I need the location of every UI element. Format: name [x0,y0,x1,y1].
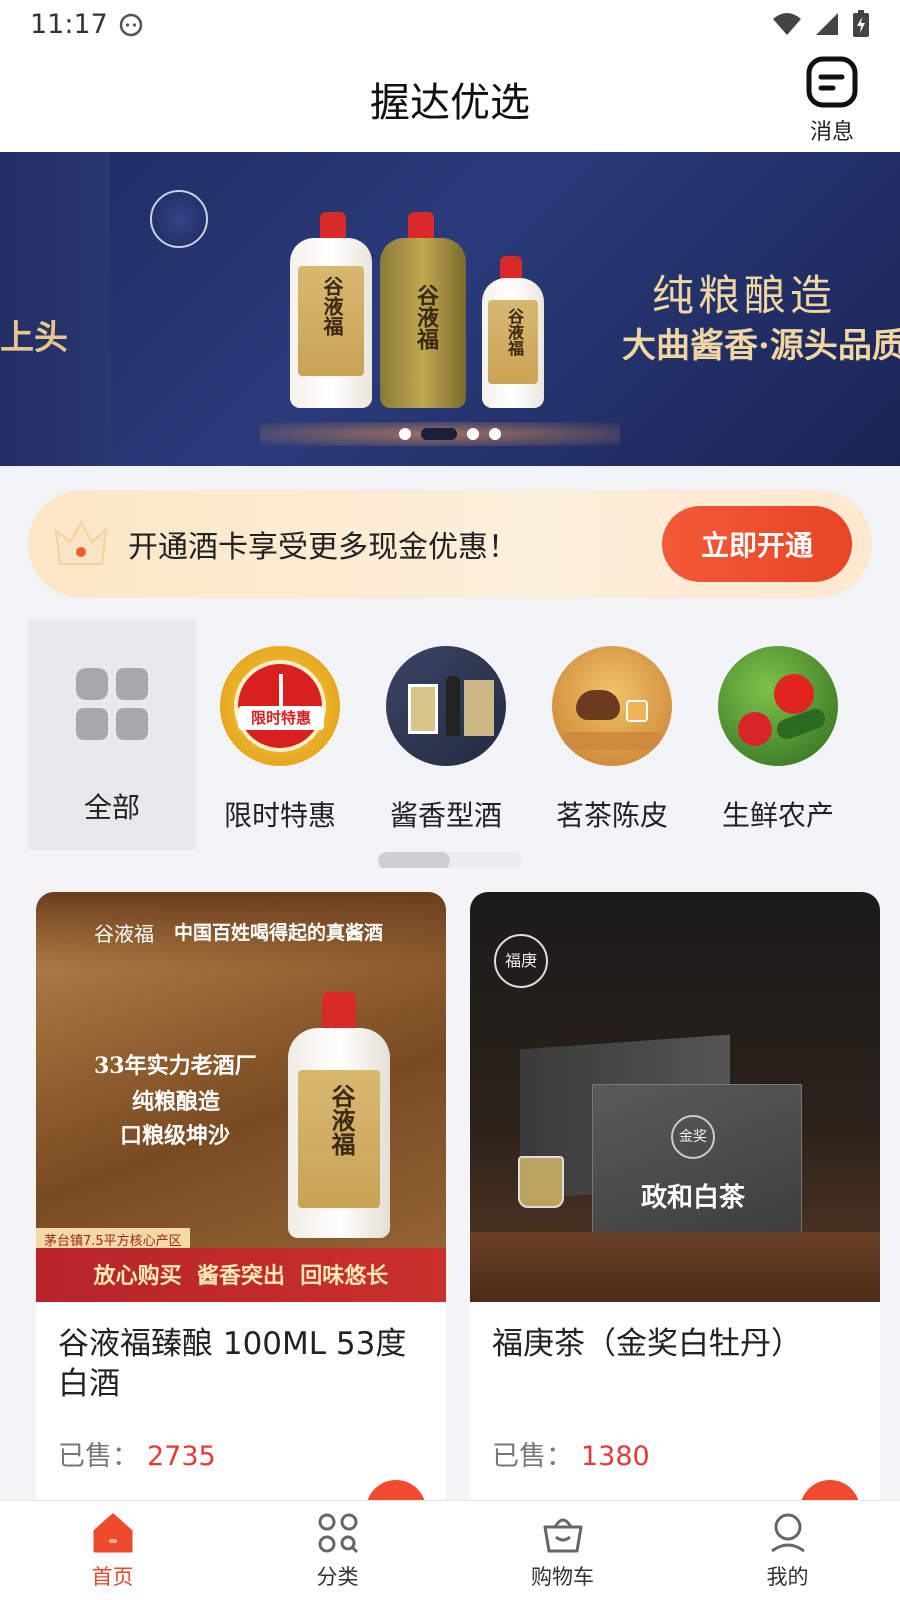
sold-info: 已售： 1380 [492,1434,650,1473]
category-bar: 全部 限时特惠 限时特惠 酱香型酒 茗茶陈皮 生鲜农产 [0,620,900,850]
product-image-brand: 谷液福 [94,922,154,946]
home-icon [93,1513,132,1553]
category-label: 限时特惠 [223,799,336,832]
tea-icon [552,646,672,766]
bottle-label: 谷液福 [320,276,344,336]
product-image-header: 中国百姓喝得起的真酱酒 [174,922,384,944]
category-label: 酱香型酒 [389,799,502,832]
status-bar: 11:17 [0,0,900,48]
sold-count: 2735 [147,1441,216,1472]
wifi-icon [773,13,801,35]
banner-prev-slide-text: 上头 [0,318,68,358]
carousel-indicator [0,428,900,440]
product-image-line-2: 纯粮酿造 [132,1089,221,1115]
promo-text: 开通酒卡享受更多现金优惠！ [128,530,518,565]
nav-item-category[interactable]: 分类 [225,1501,450,1600]
category-item-liquor[interactable]: 酱香型酒 [362,620,530,850]
sold-label: 已售： [58,1441,139,1472]
bottle-label: 谷液福 [413,284,439,350]
crown-icon [54,519,108,565]
product-image-footer: 放心购买 酱香突出 回味悠长 [36,1248,446,1302]
liquor-bottle-image: 谷液福 [290,238,372,408]
tea-box-seal: 金奖 [671,1115,715,1159]
category-item-tea[interactable]: 茗茶陈皮 [528,620,696,850]
category-label: 生鲜农产 [721,799,834,832]
open-card-button[interactable]: 立即开通 [662,506,852,582]
message-label: 消息 [809,120,854,145]
product-name: 谷液福臻酿 100ML 53度白酒 [58,1326,407,1402]
tea-cup-image [518,1156,564,1208]
product-image-logo: 福庚 [494,934,548,988]
tea-box-text: 政和白茶 [641,1183,746,1213]
bottom-nav: 首页 分类 购物车 我的 [0,1500,900,1600]
category-label: 茗茶陈皮 [555,799,668,832]
product-image-line-1: 33年实力老酒厂 [94,1053,257,1079]
cat-notification-icon [119,13,143,37]
liquor-bottle-image: 谷液福 [482,278,544,408]
cart-icon [543,1518,582,1553]
product-card[interactable]: 谷液福 中国百姓喝得起的真酱酒 33年实力老酒厂 纯粮酿造 口粮级坤沙 谷液福 … [36,892,446,1512]
category-item-fresh[interactable]: 生鲜农产 [694,620,862,850]
status-time: 11:17 [30,8,108,40]
category-icon [318,1513,358,1554]
banner-headline: 纯粮酿造 [652,271,837,320]
brand-logo [150,190,208,248]
category-label: 全部 [83,791,140,824]
banner-carousel[interactable]: 上头 谷液福 谷液福 谷液福 纯粮酿造 大曲酱香·源头品质 [0,152,900,466]
category-item-all[interactable]: 全部 [28,620,196,850]
carousel-dot-active[interactable] [421,428,457,440]
grid-icon [76,668,148,740]
bottle-label: 谷液福 [327,1084,356,1156]
membership-promo-card: 开通酒卡享受更多现金优惠！ 立即开通 [28,490,872,598]
nav-label: 我的 [766,1565,809,1589]
bottle-label: 谷液福 [505,308,524,356]
message-icon [806,56,858,108]
product-image: 谷液福 中国百姓喝得起的真酱酒 33年实力老酒厂 纯粮酿造 口粮级坤沙 谷液福 … [36,892,446,1302]
product-card[interactable]: 福庚 金奖 政和白茶 福庚茶（金奖白牡丹） 已售： 1380 [470,892,880,1512]
sold-count: 1380 [581,1441,650,1472]
carousel-dot[interactable] [399,428,411,440]
carousel-dot[interactable] [467,428,479,440]
liquor-bottle-image: 谷液福 [380,238,466,408]
sold-info: 已售： 2735 [58,1434,216,1473]
nav-label: 购物车 [531,1565,594,1589]
banner-subline: 大曲酱香·源头品质 [622,326,900,366]
tea-gift-box-image: 金奖 政和白茶 [592,1084,802,1234]
nav-item-home[interactable]: 首页 [0,1501,225,1600]
nav-label: 首页 [91,1565,134,1589]
liquor-icon [386,646,506,766]
nav-item-profile[interactable]: 我的 [675,1501,900,1600]
category-item-flash-sale[interactable]: 限时特惠 限时特惠 [196,620,364,850]
clock-badge-icon: 限时特惠 [220,646,340,766]
product-image: 福庚 金奖 政和白茶 [470,892,880,1302]
signal-icon [816,13,838,35]
app-header: 握达优选 消息 [0,48,900,152]
product-image-line-3: 口粮级坤沙 [120,1123,231,1149]
nav-item-cart[interactable]: 购物车 [450,1501,675,1600]
user-icon [770,1513,805,1553]
carousel-dot[interactable] [489,428,501,440]
sold-label: 已售： [492,1441,573,1472]
nav-label: 分类 [316,1565,359,1589]
product-name: 福庚茶（金奖白牡丹） [492,1326,802,1362]
flash-sale-badge-text: 限时特惠 [238,706,324,730]
liquor-bottle-image: 谷液福 [288,1028,390,1238]
page-title: 握达优选 [370,80,530,126]
battery-icon [853,10,869,37]
message-button[interactable]: 消息 [800,56,864,146]
vegetables-icon [718,646,838,766]
